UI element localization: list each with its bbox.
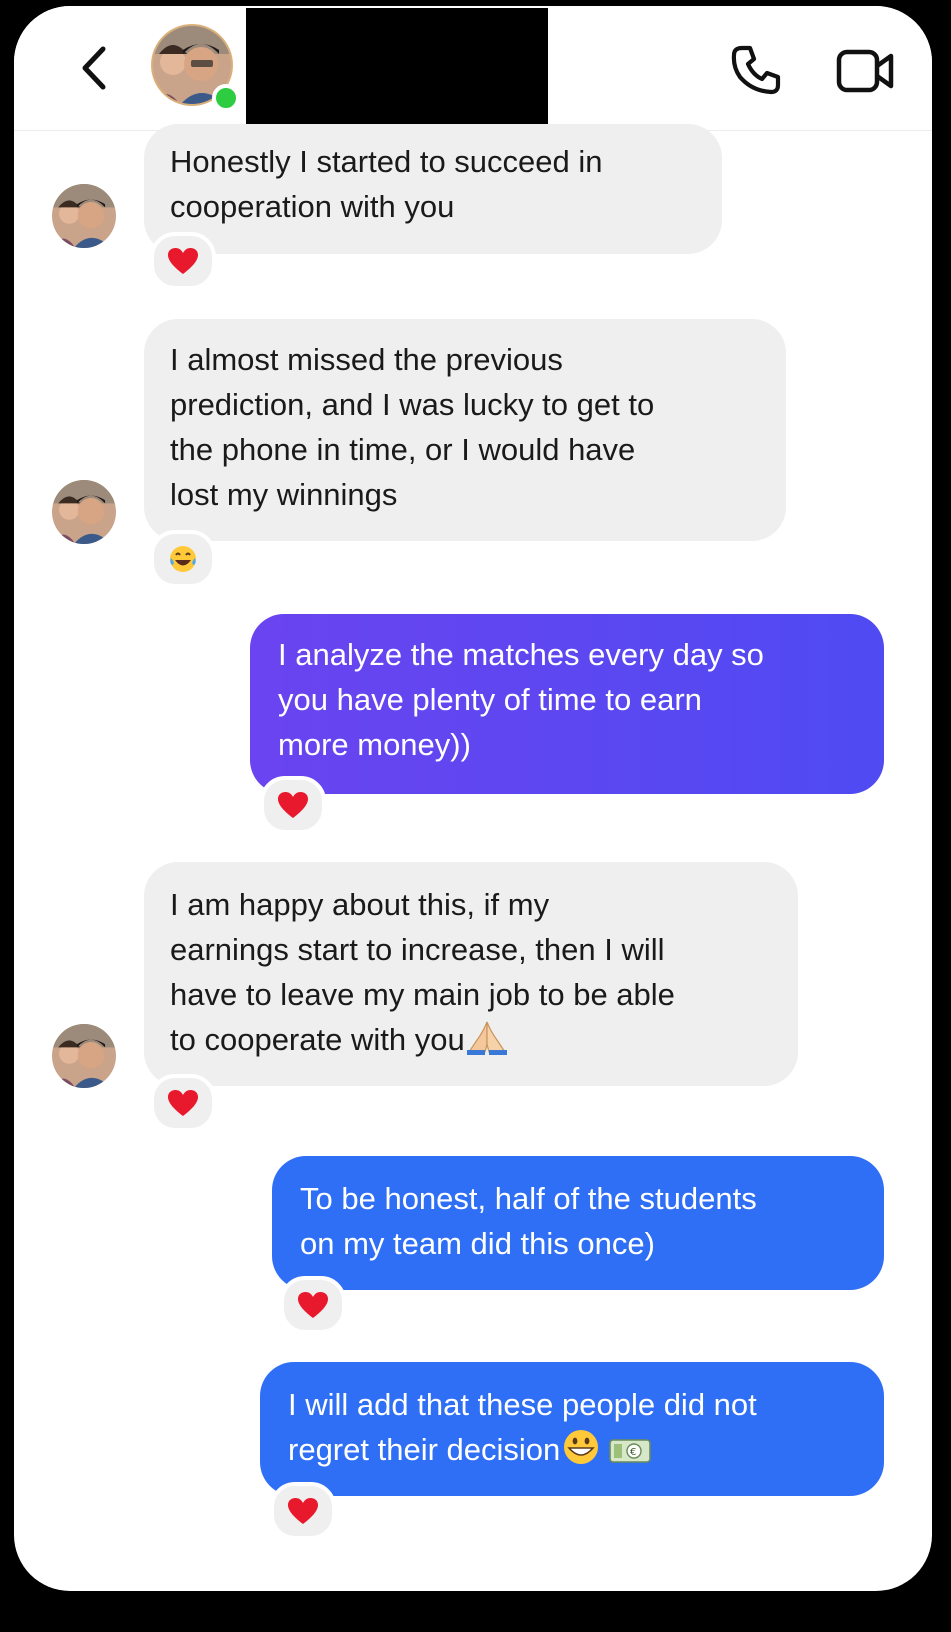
heart-icon <box>168 248 198 274</box>
laugh-reaction[interactable] <box>150 530 216 588</box>
folded-hands-emoji-icon <box>466 1021 507 1055</box>
chevron-left-icon <box>82 46 106 90</box>
message-line-with-emoji: regret their decision € <box>288 1427 856 1472</box>
message-line: have to leave my main job to be able <box>170 977 675 1012</box>
message-line: I am happy about this, if my <box>170 887 550 922</box>
redacted-contact-name <box>246 8 548 127</box>
message-line: cooperation with you <box>170 189 455 224</box>
incoming-message[interactable]: I am happy about this, if my earnings st… <box>144 862 798 1086</box>
message-line: To be honest, half of the students <box>300 1181 757 1216</box>
grinning-face-emoji-icon <box>564 1430 599 1464</box>
online-status-indicator <box>212 84 240 112</box>
message-line: I almost missed the previous <box>170 342 563 377</box>
avatar-photo <box>52 1024 116 1088</box>
outgoing-message[interactable]: I analyze the matches every day so you h… <box>250 614 884 794</box>
outgoing-message[interactable]: I will add that these people did not reg… <box>260 1362 884 1496</box>
message-line: I will add that these people did not <box>288 1387 757 1422</box>
message-line: regret their decision <box>288 1432 561 1467</box>
message-line: I analyze the matches every day so <box>278 637 764 672</box>
video-call-button[interactable] <box>836 44 896 98</box>
message-line: you have plenty of time to earn <box>278 682 702 717</box>
chat-screen: Honestly I started to succeed in coopera… <box>14 6 932 1591</box>
euro-banknote-emoji-icon: € <box>609 1439 652 1463</box>
message-line: earnings start to increase, then I will <box>170 932 665 967</box>
message-line: lost my winnings <box>170 477 398 512</box>
chat-header <box>14 6 932 131</box>
heart-icon <box>298 1292 328 1318</box>
svg-text:€: € <box>630 1447 636 1458</box>
laughing-tears-emoji-icon <box>170 546 196 572</box>
message-line-with-emoji: to cooperate with you <box>170 1017 772 1062</box>
sender-avatar[interactable] <box>52 184 116 248</box>
heart-reaction[interactable] <box>150 232 216 290</box>
heart-reaction[interactable] <box>150 1074 216 1132</box>
incoming-message[interactable]: Honestly I started to succeed in coopera… <box>144 124 722 254</box>
voice-call-button[interactable] <box>728 42 784 98</box>
avatar-photo <box>52 184 116 248</box>
heart-reaction[interactable] <box>270 1482 336 1540</box>
heart-reaction[interactable] <box>280 1276 346 1334</box>
heart-reaction[interactable] <box>260 776 326 834</box>
message-line: prediction, and I was lucky to get to <box>170 387 655 422</box>
sender-avatar[interactable] <box>52 1024 116 1088</box>
sender-avatar[interactable] <box>52 480 116 544</box>
phone-icon <box>731 45 781 95</box>
heart-icon <box>278 792 308 818</box>
incoming-message[interactable]: I almost missed the previous prediction,… <box>144 319 786 541</box>
back-button[interactable] <box>76 44 112 92</box>
message-line: on my team did this once) <box>300 1226 655 1261</box>
message-line: the phone in time, or I would have <box>170 432 636 467</box>
message-line: to cooperate with you <box>170 1022 465 1057</box>
avatar-photo <box>52 480 116 544</box>
video-camera-icon <box>836 49 894 93</box>
heart-icon <box>288 1498 318 1524</box>
outgoing-message[interactable]: To be honest, half of the students on my… <box>272 1156 884 1290</box>
heart-icon <box>168 1090 198 1116</box>
message-line: Honestly I started to succeed in <box>170 144 603 179</box>
message-line: more money)) <box>278 727 471 762</box>
